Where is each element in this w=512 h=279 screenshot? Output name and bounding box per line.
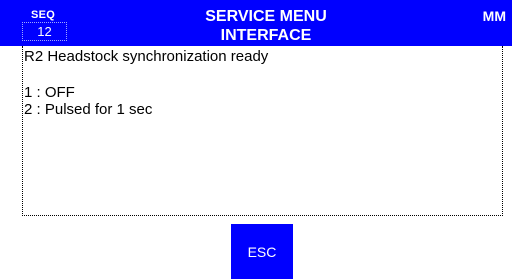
service-menu-screen: SEQ 12 SERVICE MENU INTERFACE MM R2 Head…	[0, 0, 512, 279]
header-bar: SEQ 12 SERVICE MENU INTERFACE MM	[0, 0, 512, 46]
menu-subtitle: INTERFACE	[220, 27, 312, 44]
option-pulsed: 2 : Pulsed for 1 sec	[24, 101, 153, 118]
esc-button[interactable]: ESC	[231, 224, 293, 279]
message-title: R2 Headstock synchronization ready	[24, 48, 269, 65]
seq-value-field[interactable]: 12	[22, 22, 67, 41]
menu-title: SERVICE MENU	[205, 8, 327, 25]
message-panel: R2 Headstock synchronization ready 1 : O…	[22, 46, 503, 216]
seq-label: SEQ	[31, 9, 56, 21]
options-list: 1 : OFF 2 : Pulsed for 1 sec	[24, 84, 152, 118]
mode-indicator: MM	[482, 8, 506, 24]
option-off: 1 : OFF	[24, 84, 75, 101]
